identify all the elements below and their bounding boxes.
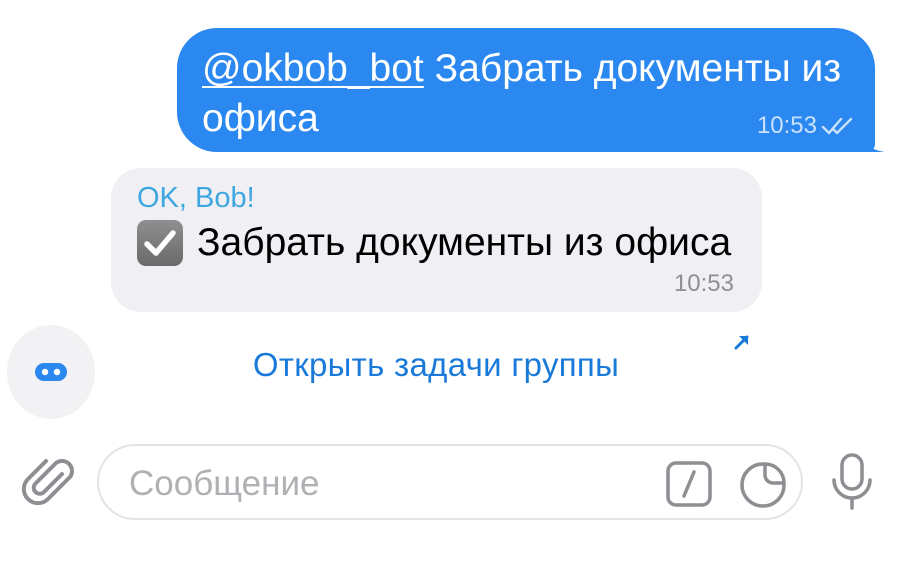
bubble-tail [861, 132, 885, 152]
incoming-message-bubble[interactable]: OK, Bob! Забрать документы из офиса 10:5… [111, 168, 762, 312]
arrow-up-right-icon [734, 335, 749, 350]
message-input-placeholder: Сообщение [129, 464, 320, 503]
bot-mention-link[interactable]: @okbob_bot [202, 47, 424, 90]
outgoing-message-bubble[interactable]: @okbob_bot Забрать документы из офиса 10… [177, 28, 885, 152]
slash-commands-icon[interactable] [666, 461, 712, 507]
attach-icon[interactable] [20, 452, 80, 512]
bot-icon [35, 363, 67, 381]
outgoing-message-text: @okbob_bot Забрать документы из офиса [202, 44, 852, 144]
task-item: Забрать документы из офиса [137, 220, 731, 266]
incoming-message-time: 10:53 [673, 270, 734, 297]
checkbox-checked-icon [137, 220, 183, 266]
message-input[interactable]: Сообщение [97, 444, 803, 520]
outgoing-message-time: 10:53 [756, 112, 817, 139]
bot-avatar[interactable] [7, 325, 95, 419]
read-double-check-icon [821, 117, 853, 135]
open-group-tasks-label: Открыть задачи группы [252, 346, 620, 383]
sticker-icon[interactable] [739, 461, 787, 509]
task-text: Забрать документы из офиса [197, 221, 732, 264]
sender-name[interactable]: OK, Bob! [137, 182, 255, 215]
microphone-icon[interactable] [828, 452, 876, 512]
outgoing-message-meta: 10:53 [757, 112, 855, 140]
open-group-tasks-button[interactable]: Открыть задачи группы [110, 326, 762, 404]
